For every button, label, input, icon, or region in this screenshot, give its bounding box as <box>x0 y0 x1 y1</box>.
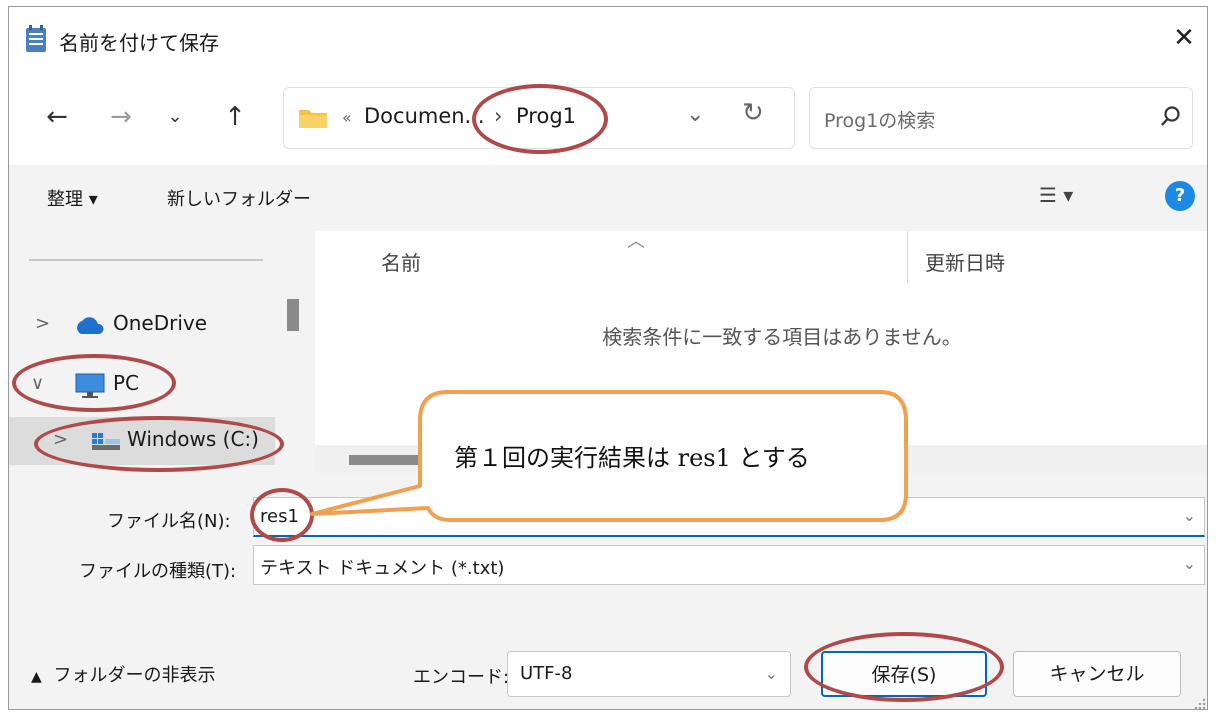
horizontal-scrollbar-thumb[interactable] <box>349 455 419 465</box>
close-button[interactable]: ✕ <box>1169 23 1199 53</box>
divider <box>29 259 263 261</box>
encoding-select[interactable]: UTF-8 ⌄ <box>507 651 791 697</box>
filetype-select[interactable]: テキスト ドキュメント (*.txt) ⌄ <box>253 545 1205 585</box>
collapse-chevron-icon[interactable]: ∨ <box>31 373 44 394</box>
view-menu-icon[interactable]: ☰ ▾ <box>1039 183 1073 207</box>
forward-arrow-icon[interactable]: → <box>101 97 141 137</box>
expand-chevron-icon[interactable]: > <box>53 429 68 450</box>
column-header-modified[interactable]: 更新日時 <box>925 247 1005 276</box>
refresh-icon[interactable]: ↻ <box>742 98 764 128</box>
column-header-name[interactable]: 名前 <box>381 247 421 276</box>
filename-label: ファイル名(N): <box>107 511 231 532</box>
encoding-value: UTF-8 <box>520 663 573 684</box>
callout-text: 第１回の実行結果は res1 とする <box>454 444 810 472</box>
search-box[interactable]: Prog1の検索 <box>809 87 1193 149</box>
command-bar: 整理 ▾ 新しいフォルダー ☰ ▾ ? <box>9 165 1207 231</box>
save-as-dialog: 名前を付けて保存 ✕ ← → ⌄ ↑ « Documen... › Prog1 … <box>8 6 1208 710</box>
empty-message: 検索条件に一致する項目はありません。 <box>602 325 962 349</box>
computer-icon <box>75 373 105 398</box>
navigation-pane: > OneDrive ∨ PC > Windows (C:) <box>9 231 275 473</box>
search-placeholder: Prog1の検索 <box>824 110 936 132</box>
navigation-scrollbar-thumb[interactable] <box>287 299 299 331</box>
folder-icon <box>299 110 327 128</box>
hide-folders-label: フォルダーの非表示 <box>53 665 216 686</box>
sidebar-item-windows-c[interactable]: > Windows (C:) <box>9 417 275 465</box>
drive-icon <box>92 433 120 450</box>
breadcrumb-prog1[interactable]: Prog1 <box>516 104 576 128</box>
file-list: ︿ 名前 更新日時 検索条件に一致する項目はありません。 <box>315 231 1207 473</box>
address-bar[interactable]: « Documen... › Prog1 ⌄ ↻ <box>283 87 795 149</box>
title-bar: 名前を付けて保存 ✕ <box>9 7 1207 73</box>
filetype-dropdown-icon[interactable]: ⌄ <box>1183 554 1196 573</box>
encoding-label: エンコード: <box>413 667 510 688</box>
column-divider[interactable] <box>907 231 908 283</box>
hide-folders-toggle[interactable]: ▲ フォルダーの非表示 <box>31 661 216 687</box>
filename-input[interactable]: res1 ⌄ <box>253 497 1205 537</box>
recent-locations-chevron-icon[interactable]: ⌄ <box>155 97 195 137</box>
encoding-dropdown-icon[interactable]: ⌄ <box>765 664 778 683</box>
breadcrumb-overflow-icon[interactable]: « <box>342 108 352 127</box>
notepad-icon <box>26 25 46 52</box>
expand-chevron-icon[interactable]: > <box>35 313 50 334</box>
cloud-icon <box>77 317 104 334</box>
up-arrow-icon[interactable]: ↑ <box>215 97 255 137</box>
resize-grip-icon[interactable] <box>1193 697 1207 710</box>
filename-value[interactable]: res1 <box>260 506 299 527</box>
sidebar-item-onedrive[interactable]: > OneDrive <box>9 301 275 349</box>
dialog-title: 名前を付けて保存 <box>59 31 219 55</box>
organize-menu[interactable]: 整理 ▾ <box>47 185 98 211</box>
sidebar-item-label: OneDrive <box>113 311 208 335</box>
breadcrumb-separator-icon[interactable]: › <box>494 104 502 128</box>
breadcrumb-documents[interactable]: Documen... <box>364 104 485 128</box>
address-dropdown-icon[interactable]: ⌄ <box>686 102 704 127</box>
help-icon[interactable]: ? <box>1165 181 1195 211</box>
sort-ascending-icon: ︿ <box>627 231 645 252</box>
back-arrow-icon[interactable]: ← <box>37 97 77 137</box>
filetype-label: ファイルの種類(T): <box>79 561 237 582</box>
search-icon[interactable] <box>1160 104 1182 130</box>
sidebar-item-label: PC <box>113 371 140 395</box>
cancel-button[interactable]: キャンセル <box>1013 651 1181 697</box>
filename-dropdown-icon[interactable]: ⌄ <box>1183 506 1196 525</box>
sidebar-item-label: Windows (C:) <box>127 427 259 451</box>
sidebar-item-pc[interactable]: ∨ PC <box>9 361 275 409</box>
save-button[interactable]: 保存(S) <box>821 651 987 697</box>
filetype-value: テキスト ドキュメント (*.txt) <box>260 558 505 579</box>
new-folder-button[interactable]: 新しいフォルダー <box>167 185 311 211</box>
chevron-up-icon: ▲ <box>31 669 42 685</box>
navigation-bar: ← → ⌄ ↑ « Documen... › Prog1 ⌄ ↻ Prog1の検… <box>9 73 1207 165</box>
